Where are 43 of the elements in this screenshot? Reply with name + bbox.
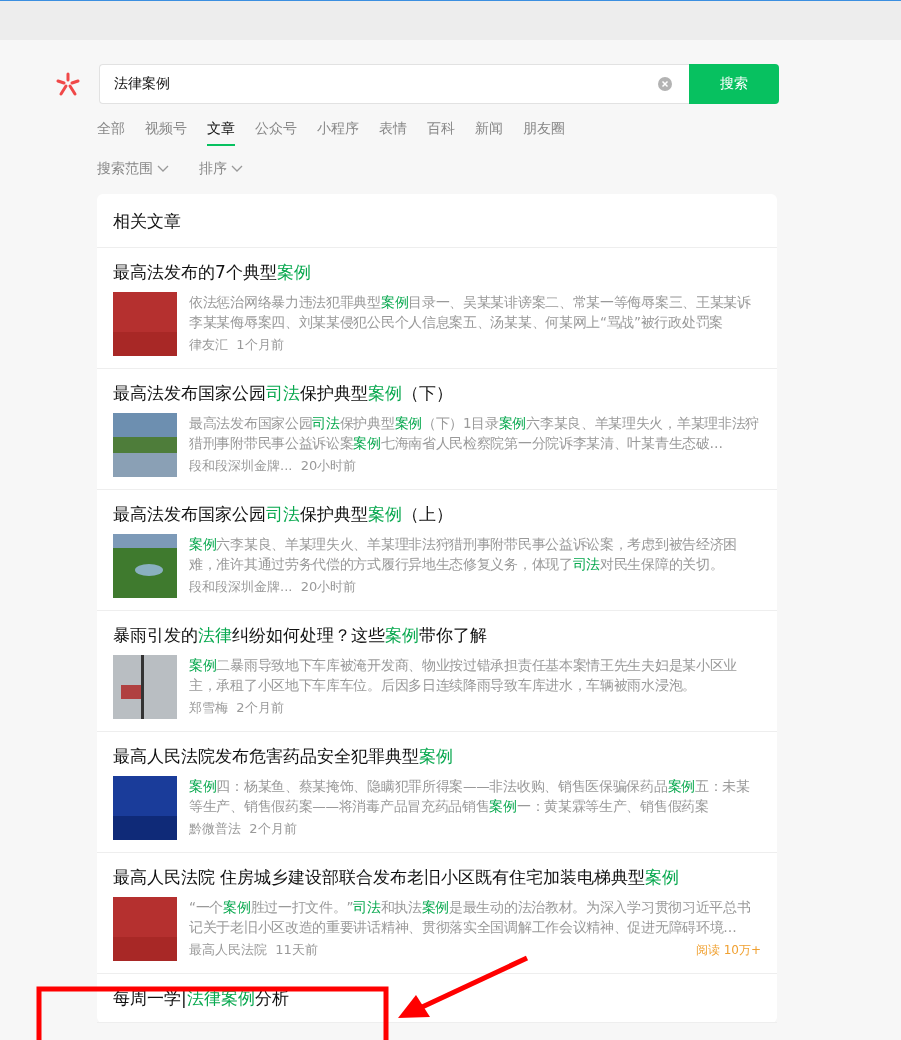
article-meta: 最高人民法院 11天前 <box>189 941 318 959</box>
section-title: 相关文章 <box>97 194 777 248</box>
tab[interactable]: 朋友圈 <box>523 118 565 146</box>
tab[interactable]: 公众号 <box>255 118 297 146</box>
photo-placeholder <box>113 534 177 598</box>
article-excerpt: 案例六李某良、羊某理失火、羊某理非法狩猎刑事附带民事公益诉讼案，考虑到被告经济困难，准许其通过劳务代偿的方式履行异地生态修复义务，体现了司法对民生保障的关切。 <box>189 535 738 574</box>
read-count: 阅读 10万+ <box>695 941 761 959</box>
clear-icon[interactable] <box>657 76 673 92</box>
article-meta: 律友汇 1个月前 <box>189 336 284 354</box>
tab[interactable]: 表情 <box>379 118 407 146</box>
logo-icon <box>54 70 82 98</box>
article-title[interactable]: 最高法发布国家公园司法保护典型案例（上） <box>113 502 761 526</box>
photo-placeholder <box>113 776 177 840</box>
article-meta: 郑雪梅 2个月前 <box>189 699 284 717</box>
photo-placeholder <box>113 413 177 477</box>
filter-dropdown[interactable]: 排序 <box>199 160 243 178</box>
tab[interactable]: 文章 <box>207 118 235 146</box>
photo-placeholder <box>113 655 177 719</box>
tab[interactable]: 视频号 <box>145 118 187 146</box>
tab[interactable]: 小程序 <box>317 118 359 146</box>
article-meta: 段和段深圳金牌... 20小时前 <box>189 457 357 475</box>
article-title[interactable]: 最高法发布国家公园司法保护典型案例（下） <box>113 381 761 405</box>
photo-placeholder <box>113 897 177 961</box>
tab[interactable]: 全部 <box>97 118 125 146</box>
article-meta: 黔微普法 2个月前 <box>189 820 297 838</box>
chevron-down-icon <box>231 165 243 173</box>
article-excerpt: “一个案例胜过一打文件。”司法和执法案例是最生动的法治教材。为深入学习贯彻习近平总书记关于老旧小区改造的重要讲话精神、贯彻落实全国调解工作会议精神、促进无障碍环境… <box>189 898 752 937</box>
article-title[interactable]: 最高人民法院 住房城乡建设部联合发布老旧小区既有住宅加装电梯典型案例 <box>113 865 761 889</box>
article-title[interactable]: 暴雨引发的法律纠纷如何处理？这些案例带你了解 <box>113 623 761 647</box>
filter-dropdown[interactable]: 搜索范围 <box>97 160 169 178</box>
article-excerpt: 案例二暴雨导致地下车库被淹开发商、物业按过错承担责任基本案情王先生夫妇是某小区业主，承租了小区地下车库车位。后因多日连续降雨导致车库进水，车辆被雨水浸泡。 <box>189 656 738 695</box>
tab[interactable]: 新闻 <box>475 118 503 146</box>
search-button[interactable]: 搜索 <box>689 64 779 104</box>
article-meta: 段和段深圳金牌... 20小时前 <box>189 578 357 596</box>
article-title[interactable]: 最高法发布的7个典型案例 <box>113 260 761 284</box>
photo-placeholder <box>113 292 177 356</box>
article-excerpt: 依法惩治网络暴力违法犯罪典型案例目录一、吴某某诽谤案二、常某一等侮辱案三、王某某诉李某某侮辱案四、刘某某侵犯公民个人信息案五、汤某某、何某网上“骂战”被行政处罚案 <box>189 293 752 332</box>
article-excerpt: 最高法发布国家公园司法保护典型案例（下）1目录案例六李某良、羊某理失火，羊某理非法狩猎刑事附带民事公益诉讼案案例七海南省人民检察院第一分院诉李某清、叶某青生态破… <box>189 414 761 453</box>
chevron-down-icon <box>157 165 169 173</box>
search-field[interactable]: 法律案例 <box>99 64 689 104</box>
tab[interactable]: 百科 <box>427 118 455 146</box>
article-title[interactable]: 最高人民法院发布危害药品安全犯罪典型案例 <box>113 744 761 768</box>
article-excerpt: 案例四：杨某鱼、蔡某掩饰、隐瞒犯罪所得案——非法收购、销售医保骗保药品案例五：未某等生产、销售假药案——将消毒产品冒充药品销售案例一：黄某霖等生产、销售假药案 <box>189 777 751 816</box>
